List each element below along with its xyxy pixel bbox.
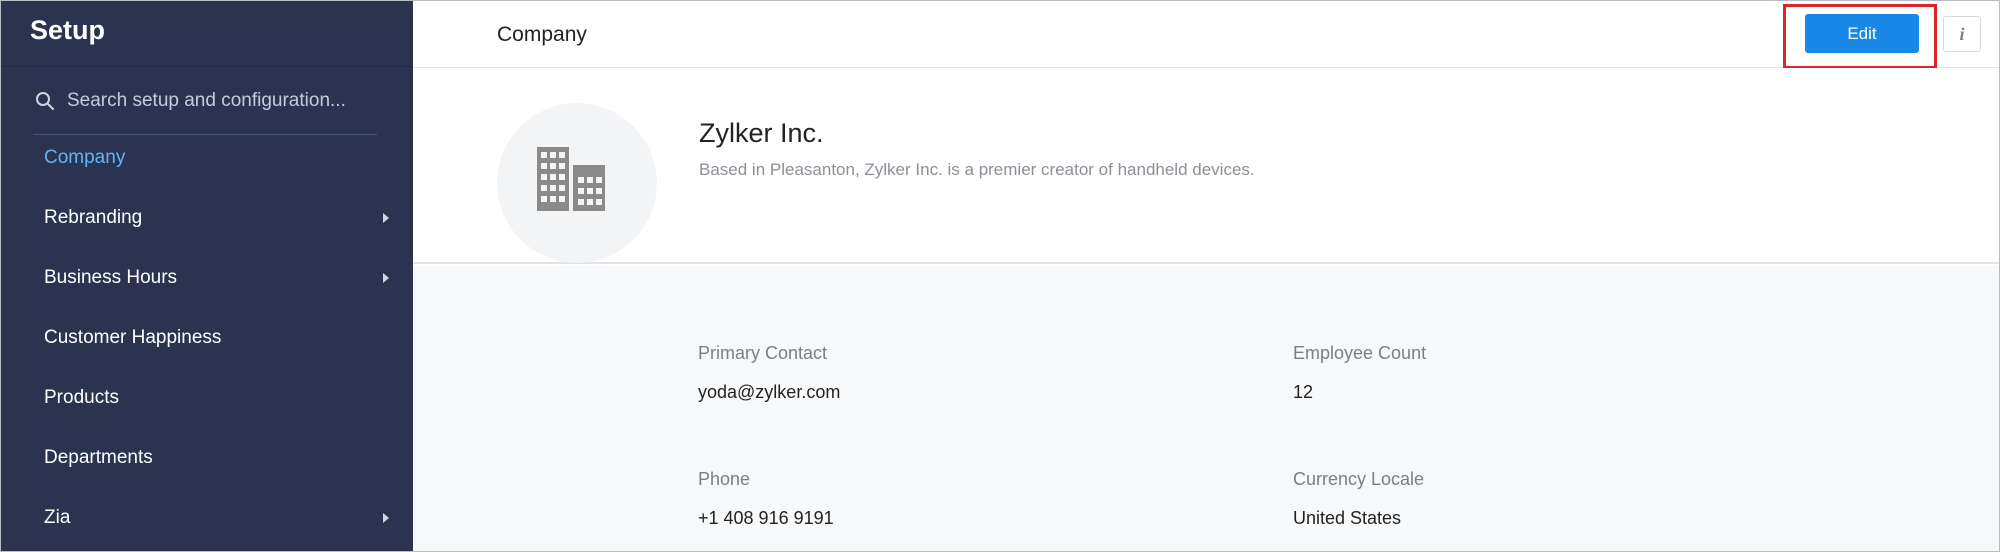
company-logo[interactable] bbox=[497, 103, 657, 263]
sidebar-item-label: Departments bbox=[44, 447, 153, 468]
sidebar-item-label: Zia bbox=[44, 507, 71, 528]
sidebar-item-products[interactable]: Products bbox=[1, 375, 413, 425]
edit-button[interactable]: Edit bbox=[1805, 14, 1919, 53]
sidebar-item-label: Rebranding bbox=[44, 207, 143, 228]
sidebar-item-label: Company bbox=[44, 147, 126, 168]
sidebar-item-company[interactable]: Company bbox=[1, 135, 413, 185]
currency-locale-label: Currency Locale bbox=[1293, 469, 1425, 489]
info-button[interactable]: i bbox=[1943, 16, 1981, 52]
company-details: Primary Contact yoda@zylker.com Employee… bbox=[413, 266, 1999, 551]
chevron-right-icon bbox=[383, 513, 389, 523]
phone-value: +1 408 916 9191 bbox=[698, 508, 834, 528]
sidebar-item-rebranding[interactable]: Rebranding bbox=[1, 195, 413, 245]
company-banner: Zylker Inc. Based in Pleasanton, Zylker … bbox=[413, 68, 1999, 264]
sidebar-item-label: Business Hours bbox=[44, 267, 178, 288]
sidebar-item-customer-happiness[interactable]: Customer Happiness bbox=[1, 315, 413, 365]
sidebar-item-business-hours[interactable]: Business Hours bbox=[1, 255, 413, 305]
sidebar-divider bbox=[1, 66, 413, 67]
page-header: Company Edit i bbox=[413, 1, 1999, 69]
building-icon bbox=[537, 147, 605, 211]
employee-count-value: 12 bbox=[1293, 382, 1314, 402]
search-icon bbox=[36, 92, 54, 110]
sidebar-item-label: Customer Happiness bbox=[44, 327, 222, 348]
company-name: Zylker Inc. bbox=[699, 118, 824, 148]
primary-contact-value: yoda@zylker.com bbox=[698, 382, 841, 402]
sidebar-title: Setup bbox=[30, 15, 106, 45]
chevron-right-icon bbox=[383, 213, 389, 223]
sidebar-item-departments[interactable]: Departments bbox=[1, 435, 413, 485]
app-window: Setup Company Rebranding Business Hours … bbox=[0, 0, 2000, 552]
currency-locale-value: United States bbox=[1293, 508, 1402, 528]
page-title: Company bbox=[497, 23, 587, 46]
employee-count-label: Employee Count bbox=[1293, 343, 1427, 363]
chevron-right-icon bbox=[383, 273, 389, 283]
sidebar-item-zia[interactable]: Zia bbox=[1, 495, 413, 545]
phone-label: Phone bbox=[698, 469, 751, 489]
sidebar-search bbox=[33, 85, 377, 135]
search-input[interactable] bbox=[67, 88, 367, 114]
sidebar-item-label: Products bbox=[44, 387, 119, 408]
company-description: Based in Pleasanton, Zylker Inc. is a pr… bbox=[699, 160, 1255, 179]
setup-sidebar: Setup Company Rebranding Business Hours … bbox=[1, 1, 413, 551]
primary-contact-label: Primary Contact bbox=[698, 343, 828, 363]
